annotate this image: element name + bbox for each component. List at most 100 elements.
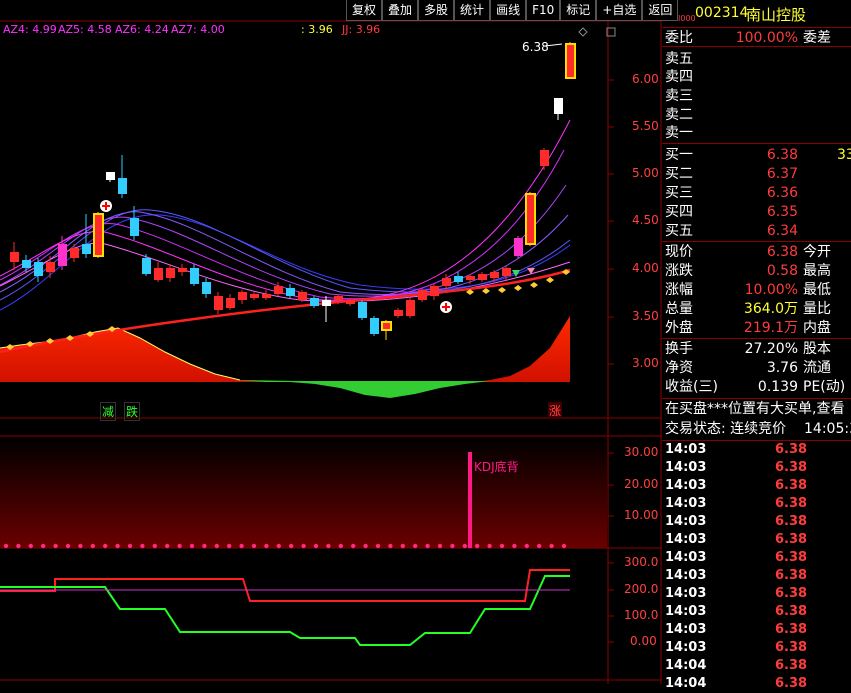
candle-body [565, 43, 576, 79]
kline-chart-area[interactable] [0, 0, 662, 684]
az4-label: AZ4: 4.99 [3, 23, 57, 36]
kdj-dot [462, 543, 467, 549]
reduce-tag: 减 [100, 402, 117, 421]
sell-row: 卖五 [665, 51, 693, 67]
buy-row: 买五 6.34 [665, 223, 798, 239]
kdj-axis-label: 30.00 [624, 445, 659, 459]
fall-tag: 跌 [124, 402, 141, 421]
sell-row: 卖一 [665, 125, 693, 141]
diamond-icon [578, 27, 588, 37]
candle-body [22, 260, 31, 268]
kdj-dot [65, 543, 71, 549]
kdj-dot [140, 543, 145, 549]
osc-axis-label: 100.0 [624, 608, 659, 622]
kdj-dot [152, 543, 157, 549]
stat-row: 总量 364.0万 量比 [665, 301, 831, 317]
kdj-dot [115, 543, 120, 549]
kdj-dot [326, 543, 331, 549]
kdj-dot [3, 543, 9, 549]
candle-body [10, 252, 19, 262]
kdj-dot [90, 543, 96, 549]
candle-body [106, 172, 115, 180]
kdj-dot [450, 543, 455, 549]
buy-row: 买一 6.38 33 [665, 147, 851, 163]
kdj-dot [202, 543, 207, 549]
candle-body [370, 318, 379, 334]
kdj-dot [239, 543, 244, 549]
candle-body [250, 294, 259, 298]
candle-body [214, 296, 223, 310]
candle-body [82, 244, 91, 254]
kdj-spike-bar [468, 452, 472, 548]
candle-body [346, 300, 355, 304]
price-axis-label: 3.50 [632, 309, 659, 323]
kdj-dot [487, 543, 492, 549]
tick-row: 14:03 6.38 [665, 586, 808, 601]
candle-body [166, 268, 175, 278]
kdj-dot [388, 543, 393, 549]
kdj-dot [78, 543, 83, 549]
notice-row[interactable]: 在买盘***位置有大买单,查看 [662, 400, 851, 418]
jj-label: JJ: 3.96 [342, 23, 381, 36]
kdj-dot [400, 543, 405, 549]
price-axis-label: 4.50 [632, 213, 659, 227]
tick-row: 14:03 6.38 [665, 622, 808, 637]
kdj-dot [301, 543, 306, 549]
buy-marker-icon [100, 200, 112, 212]
candle-body [502, 268, 511, 276]
kdj-dot [103, 543, 108, 549]
candle-body [34, 262, 43, 276]
candle-body [418, 290, 427, 300]
tick-row: 14:03 6.38 [665, 640, 808, 655]
kdj-dot [41, 543, 46, 549]
candle-body [178, 268, 187, 272]
kdj-divergence-label: KDJ底背 [474, 460, 519, 474]
kdj-dot [549, 543, 554, 549]
kdj-dot [537, 543, 542, 549]
tick-row: 14:03 6.38 [665, 550, 808, 565]
candle-body [262, 294, 271, 298]
kdj-dot [338, 543, 343, 549]
f10-button[interactable]: F10 [526, 0, 561, 21]
kdj-dot [127, 543, 133, 549]
osc-green-line [0, 575, 570, 646]
multi-stock-button[interactable]: 多股 [418, 0, 455, 21]
osc-red-line [0, 569, 570, 602]
kdj-panel-bg [0, 437, 607, 548]
status-row: 交易状态: 连续竞价14:05:3 [665, 421, 851, 437]
candle-body [142, 258, 151, 274]
candle-body [202, 282, 211, 294]
stats-button[interactable]: 统计 [454, 0, 491, 21]
sell-row: 卖三 [665, 88, 693, 104]
kdj-dot [289, 543, 294, 549]
add-watchlist-button[interactable]: +自选 [596, 0, 643, 21]
candle-body [226, 298, 235, 308]
kdj-dot [499, 543, 505, 549]
sell-row: 卖二 [665, 107, 693, 123]
candle-body [46, 262, 55, 272]
kdj-dot [561, 543, 567, 549]
candle-body [322, 300, 331, 306]
candle-body [381, 321, 392, 331]
mark-button[interactable]: 标记 [560, 0, 597, 21]
kdj-dot [437, 543, 443, 549]
kdj-dot [53, 543, 58, 549]
toolbar: 复权 叠加 多股 统计 画线 F10 标记 +自选 返回 [346, 0, 679, 22]
stat-row: 收益(三) 0.139 PE(动) [665, 379, 846, 395]
candle-body [93, 213, 104, 257]
price-axis-label: 4.00 [632, 261, 659, 275]
candle-body [514, 238, 523, 256]
tick-row: 14:03 6.38 [665, 604, 808, 619]
fuquan-button[interactable]: 复权 [346, 0, 383, 21]
kdj-dot [313, 543, 319, 549]
buy-row: 买三 6.36 [665, 185, 798, 201]
kdj-dot [351, 543, 356, 549]
kdj-dot [189, 543, 195, 549]
rise-tag: 涨 [548, 402, 563, 419]
draw-line-button[interactable]: 画线 [490, 0, 527, 21]
candle-body [525, 193, 536, 245]
candle-body [286, 288, 295, 296]
tick-row: 14:03 6.38 [665, 460, 808, 475]
overlay-button[interactable]: 叠加 [382, 0, 419, 21]
weibi-row: 委比 100.00% 委差 [665, 30, 831, 46]
